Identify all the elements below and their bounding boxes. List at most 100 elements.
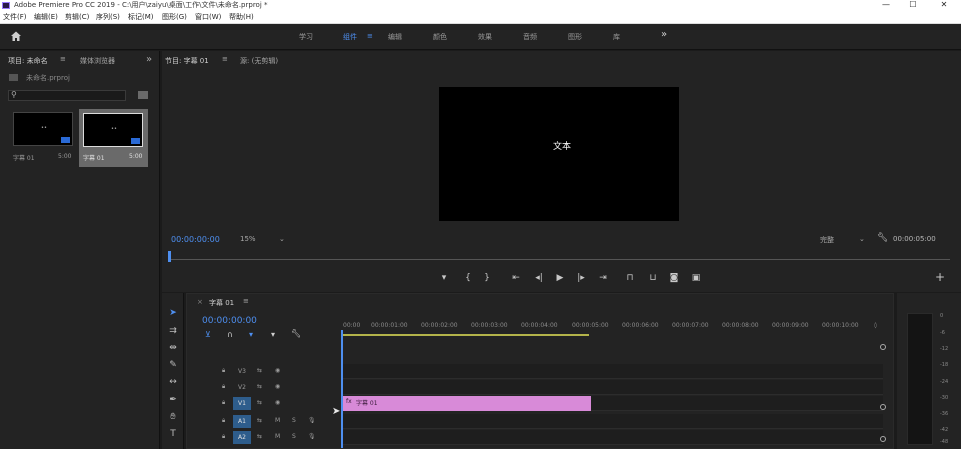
workspace-assembly[interactable]: 组件 [343, 32, 357, 42]
tab-media-browser[interactable]: 媒体浏览器 [80, 56, 115, 66]
lock-icon[interactable]: 🔒︎ [222, 417, 225, 425]
playhead-marker[interactable] [168, 251, 171, 262]
timeline-clip[interactable]: fx 字幕 01 [343, 396, 591, 411]
tab-source[interactable]: 源: (无剪辑) [240, 56, 278, 66]
step-back-button[interactable]: ◂| [532, 273, 546, 283]
workspace-graphics[interactable]: 图形 [568, 32, 582, 42]
workspace-learning[interactable]: 学习 [299, 32, 313, 42]
step-forward-button[interactable]: |▸ [574, 273, 588, 283]
scroll-handle-icon[interactable] [880, 436, 886, 442]
timeline-vertical-scrollbar[interactable] [880, 344, 886, 448]
track-lane-a1[interactable] [343, 414, 883, 429]
eye-icon[interactable]: ◉ [275, 367, 280, 374]
track-header-v1[interactable]: 🔒︎ V1 ⇆ ◉ [187, 396, 341, 411]
track-target-v2[interactable]: V2 [233, 381, 251, 394]
tab-project[interactable]: 项目: 未命名 [8, 56, 48, 66]
project-search-input[interactable]: ⚲ [8, 90, 126, 101]
scroll-handle-icon[interactable] [880, 344, 886, 350]
go-to-out-button[interactable]: ⇥ [596, 273, 610, 283]
slip-tool-icon[interactable]: ↔ [167, 376, 179, 388]
menu-clip[interactable]: 剪辑(C) [65, 11, 89, 23]
timeline-settings-icon[interactable]: 🔧︎ [291, 329, 301, 338]
ripple-edit-tool-icon[interactable]: ⇹ [167, 342, 179, 354]
lift-button[interactable]: ⊓ [623, 273, 637, 283]
add-marker-icon[interactable]: ▾ [249, 330, 253, 339]
add-button[interactable]: + [933, 270, 947, 284]
playhead-timecode[interactable]: 00:00:00:00 [171, 235, 220, 244]
resolution-select[interactable]: 完整 [820, 235, 834, 245]
sync-lock-icon[interactable]: ⇆ [257, 417, 262, 424]
menu-markers[interactable]: 标记(M) [128, 11, 154, 23]
track-lane-a2[interactable] [343, 430, 883, 445]
selection-tool-icon[interactable]: ➤ [167, 307, 179, 319]
time-ruler[interactable]: 00:00 00:00:01:00 00:00:02:00 00:00:03:0… [341, 322, 885, 342]
lock-icon[interactable]: 🔒︎ [222, 433, 225, 441]
track-header-a1[interactable]: 🔒︎ A1 ⇆ M S 🎙︎ [187, 414, 341, 429]
eye-icon[interactable]: ◉ [275, 399, 280, 406]
lock-icon[interactable]: 🔒︎ [222, 367, 225, 375]
microphone-icon[interactable]: 🎙︎ [308, 417, 316, 424]
mute-button[interactable]: M [275, 417, 280, 424]
menu-sequence[interactable]: 序列(S) [96, 11, 120, 23]
work-area-bar[interactable] [341, 334, 589, 336]
program-video-frame[interactable]: 文本 [439, 87, 679, 221]
solo-button[interactable]: S [292, 417, 296, 424]
menu-edit[interactable]: 编辑(E) [34, 11, 58, 23]
export-frame-icon[interactable]: ◙ [667, 273, 681, 283]
project-item[interactable]: •• 字幕 01 5:00 [10, 109, 76, 167]
panel-overflow-button[interactable]: » [146, 54, 152, 65]
monitor-scrubber[interactable] [168, 251, 950, 265]
solo-button[interactable]: S [292, 433, 296, 440]
tab-sequence[interactable]: 字幕 01 [209, 298, 234, 308]
workspace-editing[interactable]: 编辑 [388, 32, 402, 42]
lock-icon[interactable]: 🔒︎ [222, 383, 225, 391]
sync-lock-icon[interactable]: ⇆ [257, 433, 262, 440]
button-editor-icon[interactable]: ▣ [689, 273, 703, 283]
track-target-a1[interactable]: A1 [233, 415, 251, 428]
track-select-tool-icon[interactable]: ⇉ [167, 325, 179, 337]
home-icon[interactable] [10, 30, 22, 42]
tab-program[interactable]: 节目: 字幕 01 [165, 56, 209, 66]
track-lane-v1[interactable]: fx 字幕 01 [343, 396, 883, 411]
menu-graphics[interactable]: 图形(G) [162, 11, 187, 23]
lock-icon[interactable]: 🔒︎ [222, 399, 225, 407]
microphone-icon[interactable]: 🎙︎ [308, 433, 316, 440]
close-tab-icon[interactable]: × [197, 298, 203, 306]
add-marker-button[interactable]: ▾ [437, 273, 451, 283]
go-to-in-button[interactable]: ⇤ [509, 273, 523, 283]
workspace-menu-icon[interactable]: ≡ [367, 32, 373, 40]
sync-lock-icon[interactable]: ⇆ [257, 399, 262, 406]
zoom-select[interactable]: 15% [240, 235, 256, 243]
play-button[interactable]: ▶ [553, 273, 567, 283]
track-lane-v3[interactable] [343, 364, 883, 379]
snap-icon[interactable]: ⊻ [205, 330, 211, 339]
workspace-color[interactable]: 颜色 [433, 32, 447, 42]
marker-icon[interactable]: ▾ [271, 330, 275, 339]
linked-selection-icon[interactable]: ∩ [227, 330, 233, 339]
timeline-menu-icon[interactable]: ≡ [243, 297, 249, 305]
sync-lock-icon[interactable]: ⇆ [257, 383, 262, 390]
mark-in-button[interactable]: { [461, 273, 475, 283]
mark-out-button[interactable]: } [480, 273, 494, 283]
resolution-chevron-icon[interactable]: ⌄ [859, 235, 865, 243]
track-header-a2[interactable]: 🔒︎ A2 ⇆ M S 🎙︎ [187, 430, 341, 445]
maximize-button[interactable]: ☐ [905, 0, 921, 11]
track-header-v3[interactable]: 🔒︎ V3 ⇆ ◉ [187, 364, 341, 379]
minimize-button[interactable]: — [878, 0, 894, 11]
scroll-handle-icon[interactable] [880, 404, 886, 410]
extract-button[interactable]: ⊔ [646, 273, 660, 283]
timeline-timecode[interactable]: 00:00:00:00 [202, 316, 257, 326]
menu-window[interactable]: 窗口(W) [195, 11, 221, 23]
menu-help[interactable]: 帮助(H) [229, 11, 254, 23]
wrench-icon[interactable]: 🔧︎ [877, 233, 888, 243]
track-target-v1[interactable]: V1 [233, 397, 251, 410]
workspace-audio[interactable]: 音频 [523, 32, 537, 42]
close-button[interactable]: ✕ [936, 0, 952, 11]
new-bin-icon[interactable] [138, 91, 148, 99]
eye-icon[interactable]: ◉ [275, 383, 280, 390]
track-target-v3[interactable]: V3 [233, 365, 251, 378]
track-target-a2[interactable]: A2 [233, 431, 251, 444]
track-header-v2[interactable]: 🔒︎ V2 ⇆ ◉ [187, 380, 341, 395]
pen-tool-icon[interactable]: ✒ [167, 394, 179, 406]
monitor-menu-icon[interactable]: ≡ [222, 55, 228, 63]
